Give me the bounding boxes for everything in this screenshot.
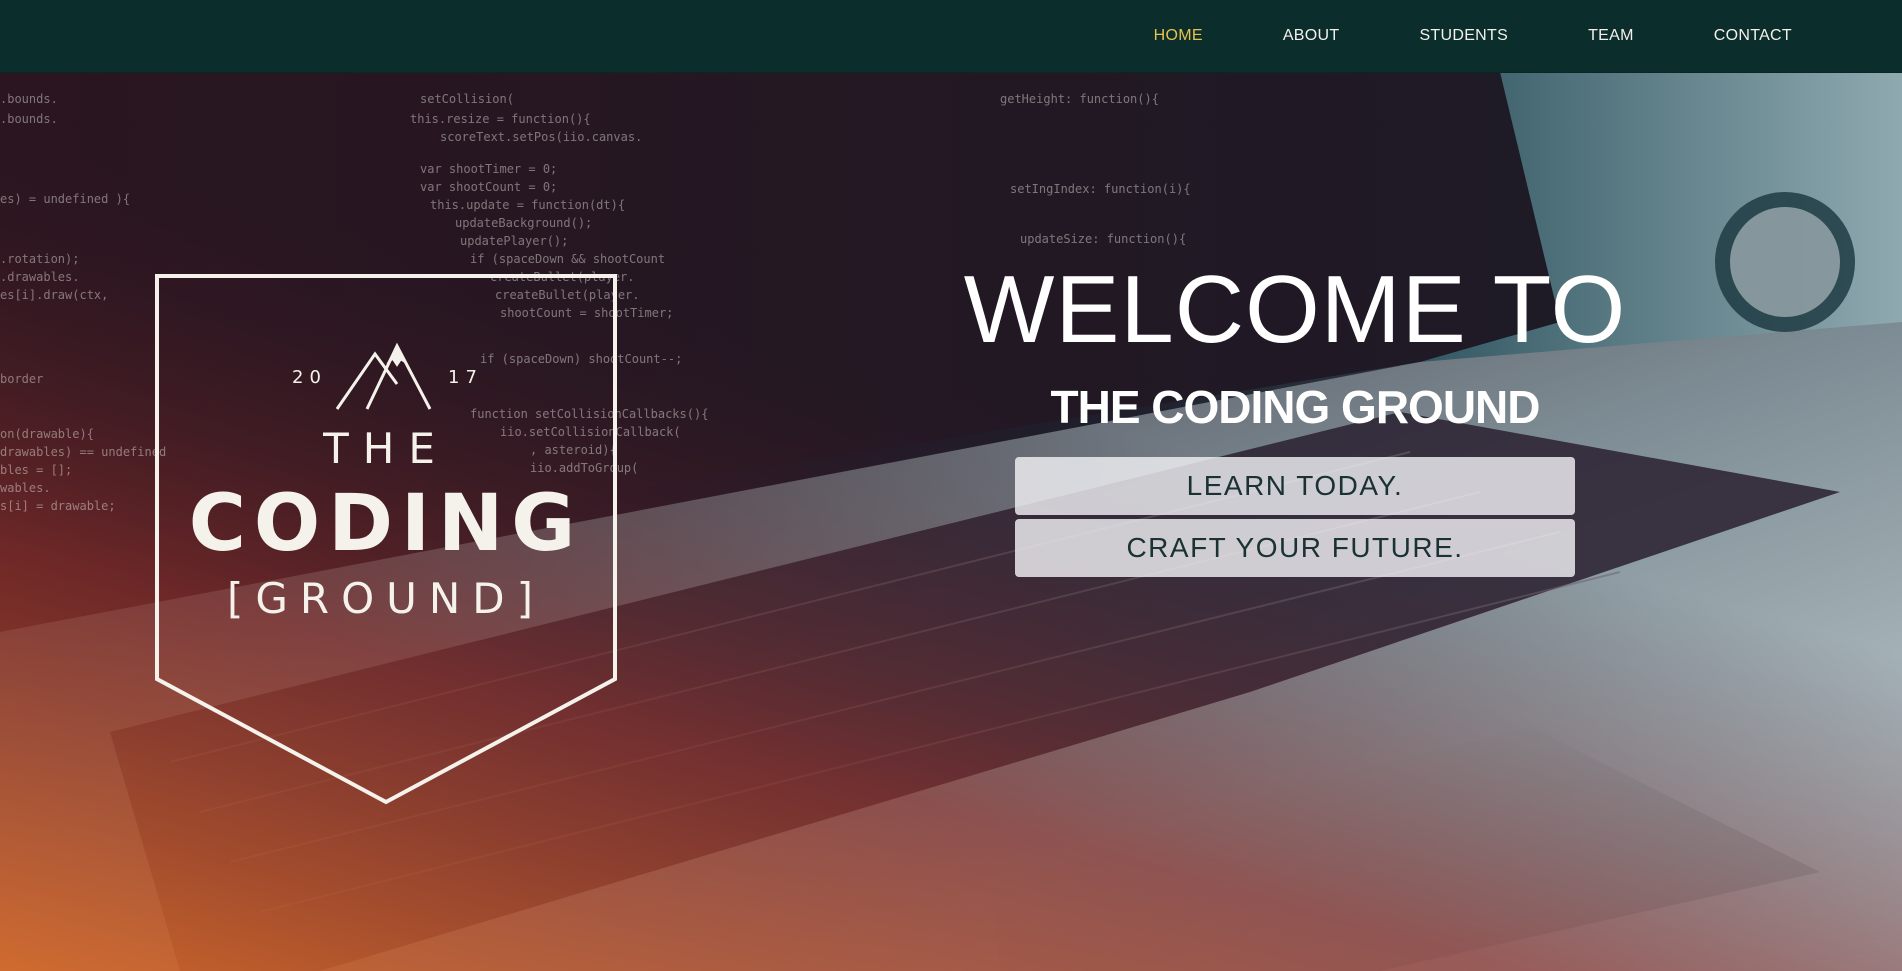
site-name-subtitle: THE CODING GROUND <box>1050 381 1541 433</box>
nav-item-contact[interactable]: CONTACT <box>1674 27 1832 45</box>
mountain-icon <box>335 342 432 410</box>
craft-your-future-banner: CRAFT YOUR FUTURE. <box>1015 519 1575 577</box>
logo-year-right: 17 <box>448 367 483 388</box>
main-nav: HOME ABOUT STUDENTS TEAM CONTACT <box>1114 0 1832 72</box>
hero-headline: WELCOME TO THE CODING GROUND <box>960 256 1630 433</box>
hero-section: setCollision( this.resize = function(){ … <box>0 72 1902 971</box>
nav-item-students[interactable]: STUDENTS <box>1379 27 1548 45</box>
coding-ground-logo: 20 17 THE CODING [GROUND] <box>155 274 617 806</box>
logo-year-left: 20 <box>292 367 327 388</box>
nav-item-team[interactable]: TEAM <box>1548 27 1674 45</box>
logo-line-the: THE <box>323 424 449 473</box>
logo-line-coding: CODING <box>188 479 584 569</box>
nav-item-home[interactable]: HOME <box>1114 27 1243 45</box>
page: HOME ABOUT STUDENTS TEAM CONTACT setColl… <box>0 0 1902 971</box>
learn-today-banner: LEARN TODAY. <box>1015 457 1575 515</box>
welcome-heading: WELCOME TO <box>963 256 1627 363</box>
top-navigation-bar: HOME ABOUT STUDENTS TEAM CONTACT <box>0 0 1902 73</box>
nav-item-about[interactable]: ABOUT <box>1243 27 1380 45</box>
logo-line-ground: [GROUND] <box>226 574 546 623</box>
